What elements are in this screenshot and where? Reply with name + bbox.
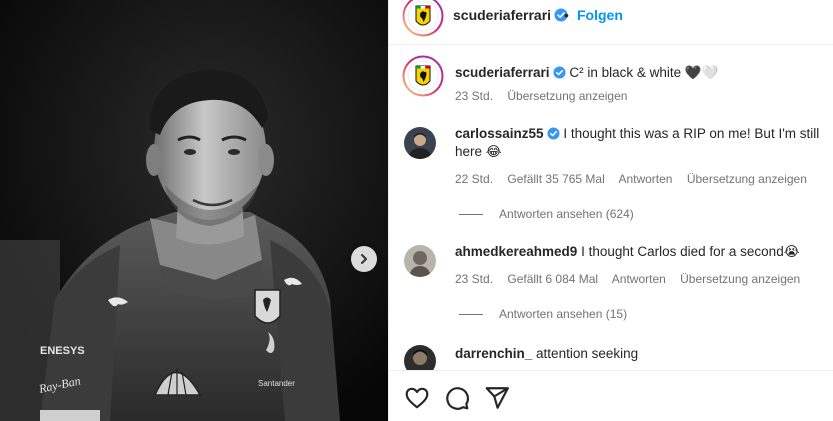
comment-reply-link[interactable]: Antworten — [612, 272, 666, 286]
caption-text: scuderiaferrari C² in black & white 🖤🤍 — [455, 64, 824, 82]
comment-meta: 22 Std. Gefällt 35 765 Mal Antworten Übe… — [455, 172, 818, 186]
comment-likes[interactable]: Gefällt 35 765 Mal — [507, 172, 604, 186]
caption-time[interactable]: 23 Std. — [455, 89, 493, 103]
comment-icon[interactable] — [444, 385, 470, 411]
post-photo[interactable]: ENESYS Ray-Ban Santander — [0, 0, 388, 421]
comment-text: darrenchin_ attention seeking — [455, 345, 824, 363]
comment-time[interactable]: 22 Std. — [455, 172, 493, 186]
caption-meta: 23 Std. Übersetzung anzeigen — [455, 89, 638, 103]
share-icon[interactable] — [484, 385, 510, 411]
post-action-bar — [389, 370, 833, 421]
caption-avatar[interactable] — [402, 55, 444, 102]
follow-button[interactable]: Folgen — [577, 7, 623, 23]
replies-line — [459, 314, 483, 316]
comment-text: ahmedkereahmed9 I thought Carlos died fo… — [455, 243, 824, 261]
comment-text: carlossainz55 I thought this was a RIP o… — [455, 125, 824, 161]
comment-username[interactable]: ahmedkereahmed9 — [455, 244, 577, 259]
caption-translate-link[interactable]: Übersetzung anzeigen — [507, 89, 627, 103]
post-side-panel: scuderiaferrari • Folgen scuderiaferrari… — [388, 0, 833, 421]
suit-text-santander: Santander — [258, 379, 295, 388]
user-photo-icon — [404, 345, 436, 370]
view-replies-link[interactable]: Antworten ansehen (15) — [459, 307, 627, 321]
comment-time[interactable]: 23 Std. — [455, 272, 493, 286]
caption-username[interactable]: scuderiaferrari — [455, 65, 550, 80]
view-replies-label: Antworten ansehen (15) — [499, 307, 628, 321]
chevron-right-icon — [361, 254, 367, 264]
next-image-button[interactable] — [351, 246, 377, 272]
heart-icon[interactable] — [404, 385, 430, 411]
comment-avatar[interactable] — [404, 127, 436, 159]
comments-list[interactable]: scuderiaferrari C² in black & white 🖤🤍 2… — [389, 45, 833, 370]
comment-avatar[interactable] — [404, 345, 436, 370]
author-avatar[interactable] — [402, 0, 444, 42]
portrait-image: ENESYS Ray-Ban Santander — [0, 0, 388, 421]
caption-body: C² in black & white 🖤🤍 — [569, 65, 719, 80]
author-username[interactable]: scuderiaferrari — [453, 7, 568, 23]
comment-reply-link[interactable]: Antworten — [618, 172, 672, 186]
suit-text-enesys: ENESYS — [40, 345, 85, 357]
verified-badge-icon — [553, 66, 566, 79]
view-replies-label: Antworten ansehen (624) — [499, 207, 634, 221]
replies-line — [459, 214, 483, 216]
post-header: scuderiaferrari • Folgen — [389, 0, 833, 37]
comment-meta: 23 Std. Gefällt 6 084 Mal Antworten Über… — [455, 272, 811, 286]
user-photo-icon — [404, 245, 436, 277]
comment-translate-link[interactable]: Übersetzung anzeigen — [680, 272, 800, 286]
header-separator: • — [564, 7, 569, 23]
view-replies-link[interactable]: Antworten ansehen (624) — [459, 207, 634, 221]
comment-username[interactable]: carlossainz55 — [455, 126, 544, 141]
verified-badge-icon — [547, 127, 560, 140]
comment-translate-link[interactable]: Übersetzung anzeigen — [687, 172, 807, 186]
ferrari-avatar-icon — [402, 0, 444, 37]
ferrari-avatar-icon — [402, 55, 444, 97]
comment-username[interactable]: darrenchin_ — [455, 346, 532, 361]
comment-avatar[interactable] — [404, 245, 436, 277]
comment-body: attention seeking — [536, 346, 639, 361]
comment-likes[interactable]: Gefällt 6 084 Mal — [507, 272, 598, 286]
comment-body: I thought Carlos died for a second😭 — [581, 244, 800, 259]
user-photo-icon — [404, 127, 436, 159]
